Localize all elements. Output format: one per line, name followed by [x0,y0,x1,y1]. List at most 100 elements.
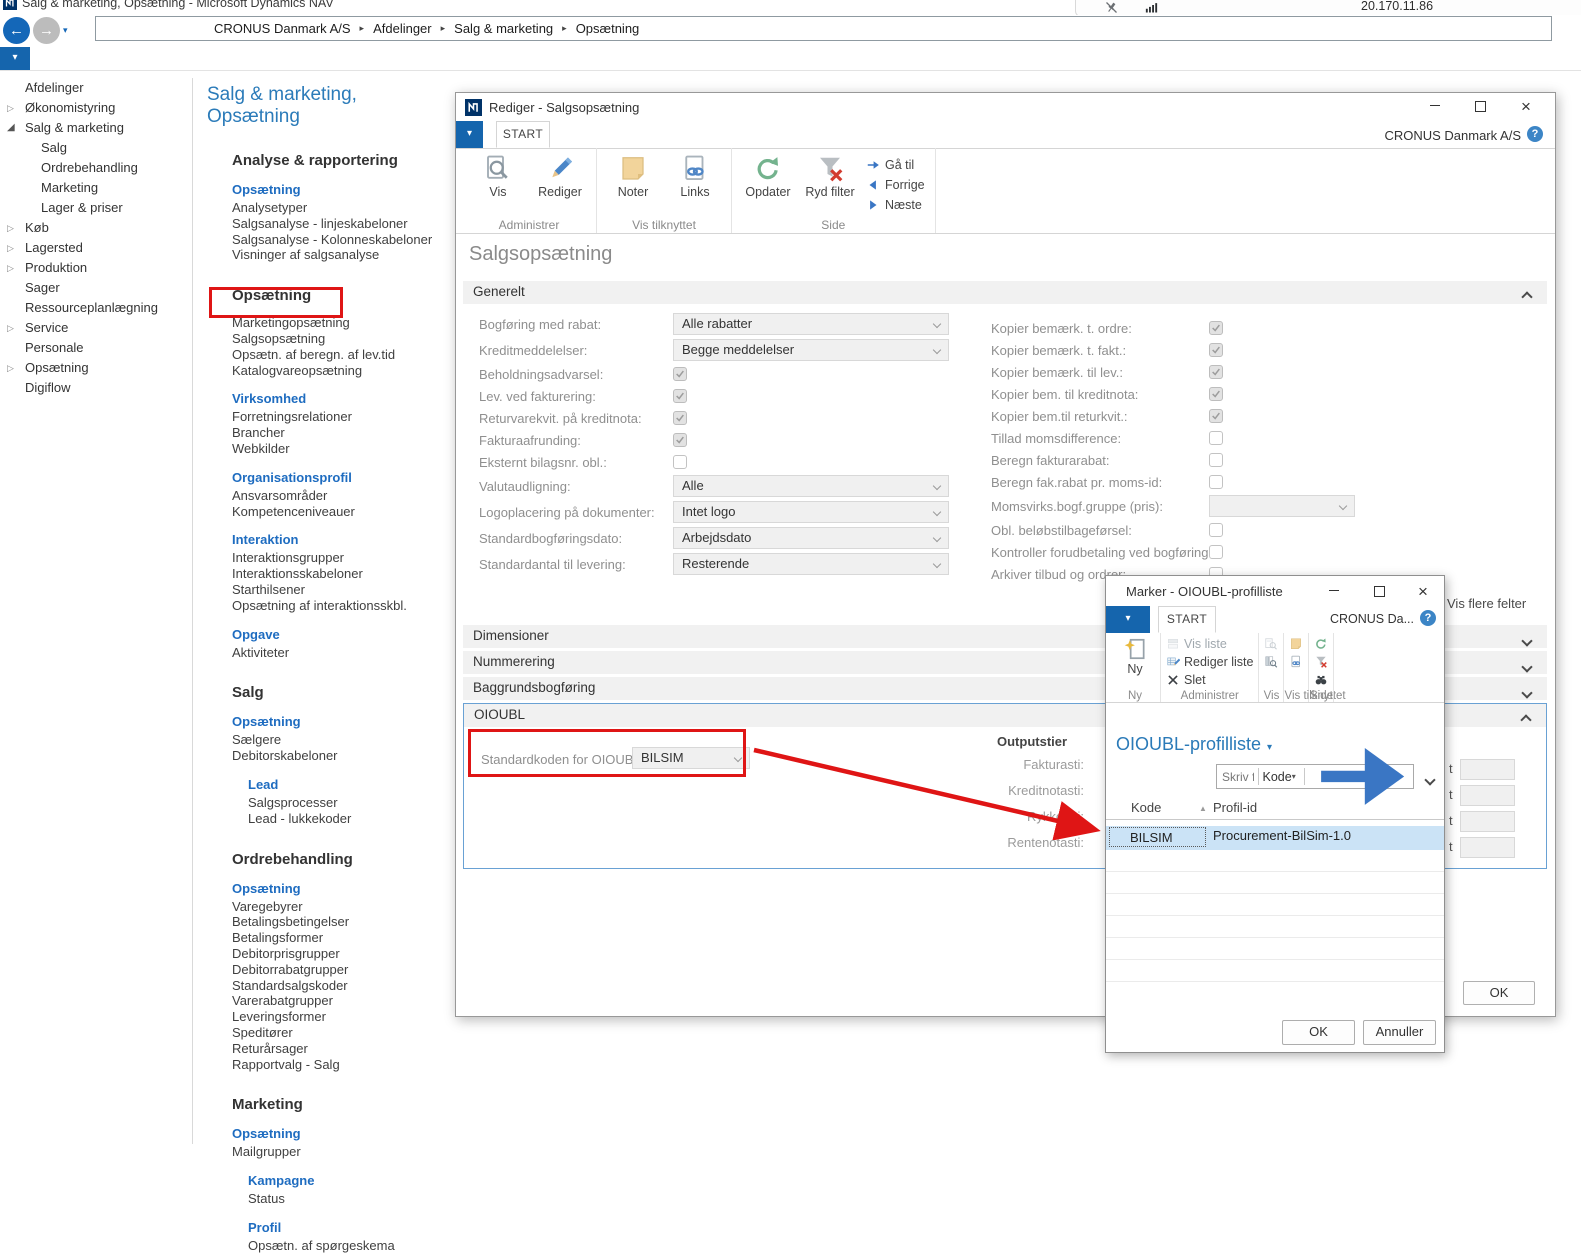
field-select[interactable]: Arbejdsdato [673,527,949,549]
sidebar-item-marketing[interactable]: Marketing [0,178,192,198]
address-dropdown-button[interactable]: ▾ [0,47,30,70]
department-link[interactable]: Brancher [207,425,453,441]
popup-close-button[interactable]: × [1408,582,1438,602]
tree-collapsed-icon[interactable]: ▷ [7,98,21,118]
vis-flere-felter-link[interactable]: Vis flere felter [1447,596,1526,611]
popup-ok-button[interactable]: OK [1282,1020,1355,1045]
output-path-field[interactable] [1460,837,1515,858]
field-checkbox[interactable] [1209,321,1223,335]
list-row-empty[interactable] [1106,960,1444,982]
field-checkbox[interactable] [1209,475,1223,489]
ribbon-button-forrige[interactable]: Forrige [866,177,925,192]
department-link[interactable]: Debitorrabatgrupper [207,962,453,978]
oioubl-profile-select[interactable]: BILSIM [632,747,750,769]
list-row-empty[interactable] [1106,916,1444,938]
sidebar-item-ops-tning[interactable]: ▷Opsætning [0,358,192,378]
ribbon-button-opdater[interactable]: Opdater [742,152,794,217]
breadcrumb-item[interactable]: Opsætning [576,21,640,36]
department-link[interactable]: Opsætn. af beregn. af lev.tid [207,347,453,363]
column-header-profil-id[interactable]: Profil-id [1213,800,1257,815]
output-path-field[interactable] [1460,811,1515,832]
popup-maximize-button[interactable] [1364,582,1394,602]
unpin-icon[interactable] [1104,0,1119,15]
department-link[interactable]: Opsætn. af spørgeskema [207,1238,453,1254]
minimize-button[interactable] [1420,97,1450,117]
department-link[interactable]: Salgsanalyse - Kolonneskabeloner [207,232,453,248]
field-checkbox[interactable] [1209,365,1223,379]
department-link[interactable]: Marketingopsætning [207,315,453,331]
tree-collapsed-icon[interactable]: ▷ [7,318,21,338]
ribbon-button-doc-link-icon[interactable] [1289,653,1303,671]
department-link[interactable]: Varerabatgrupper [207,993,453,1009]
ribbon-button-ryd-filter[interactable]: Ryd filter [804,152,856,217]
help-icon[interactable]: ? [1527,126,1543,142]
field-checkbox[interactable] [1209,453,1223,467]
department-link[interactable]: Rapportvalg - Salg [207,1057,453,1073]
ribbon-button-vis[interactable]: Vis [472,152,524,217]
filter-input[interactable]: Skriv for at filtrere (... [1217,770,1254,784]
expand-icon[interactable] [1523,684,1531,702]
department-link[interactable]: Interaktionsgrupper [207,550,453,566]
field-select[interactable] [1209,495,1355,517]
sidebar-item-sager[interactable]: Sager [0,278,192,298]
department-link[interactable]: Kompetenceniveauer [207,504,453,520]
sidebar-item-ressourceplanl-gning[interactable]: Ressourceplanlægning [0,298,192,318]
cell-kode[interactable]: BILSIM [1109,827,1206,847]
popup-cancel-button[interactable]: Annuller [1363,1020,1436,1045]
ribbon-button-g-til[interactable]: Gå til [866,157,925,172]
popup-help-icon[interactable]: ? [1420,610,1436,626]
department-link[interactable]: Lead - lukkekoder [207,811,453,827]
department-link[interactable]: Salgsprocesser [207,795,453,811]
nav-history-dropdown-icon[interactable]: ▾ [63,25,68,36]
expand-icon[interactable] [1523,658,1531,676]
back-button[interactable]: ← [3,17,30,44]
breadcrumb-item[interactable]: Salg & marketing [454,21,553,36]
cell-profil-id[interactable]: Procurement-BilSim-1.0 [1213,828,1351,843]
department-link[interactable]: Interaktionsskabeloner [207,566,453,582]
fasttab-generelt[interactable]: Generelt [463,281,1547,304]
department-link[interactable]: Salgsanalyse - linjeskabeloner [207,216,453,232]
breadcrumb-item[interactable]: CRONUS Danmark A/S [214,21,351,36]
filter-expand-icon[interactable] [1426,771,1434,789]
department-link[interactable]: Varegebyrer [207,899,453,915]
department-link[interactable]: Debitorprisgrupper [207,946,453,962]
tree-collapsed-icon[interactable]: ▷ [7,358,21,378]
ribbon-button-links[interactable]: Links [669,152,721,217]
department-link[interactable]: Aktiviteter [207,645,453,661]
sidebar-item-salg[interactable]: Salg [0,138,192,158]
department-link[interactable]: Visninger af salgsanalyse [207,247,453,263]
department-link[interactable]: Salgsopsætning [207,331,453,347]
field-checkbox[interactable] [1209,545,1223,559]
list-row-empty[interactable] [1106,872,1444,894]
sidebar-item-salg-marketing[interactable]: ◢Salg & marketing [0,118,192,138]
list-row-selected[interactable]: BILSIM Procurement-BilSim-1.0 [1106,826,1444,850]
collapse-icon[interactable] [1522,711,1530,729]
list-row-empty[interactable] [1106,938,1444,960]
department-link[interactable]: Returårsager [207,1041,453,1057]
output-path-field[interactable] [1460,785,1515,806]
department-link[interactable]: Analysetyper [207,200,453,216]
ribbon-button-note-icon[interactable] [1289,635,1303,653]
sidebar-item-lagersted[interactable]: ▷Lagersted [0,238,192,258]
field-checkbox[interactable] [1209,387,1223,401]
popup-tab-start[interactable]: START [1158,606,1216,633]
field-select[interactable]: Alle rabatter [673,313,949,335]
department-link[interactable]: Ansvarsområder [207,488,453,504]
tree-collapsed-icon[interactable]: ▷ [7,238,21,258]
ribbon-button-rediger[interactable]: Rediger [534,152,586,217]
sidebar-item-produktion[interactable]: ▷Produktion [0,258,192,278]
sidebar-item-afdelinger[interactable]: Afdelinger [0,78,192,98]
department-link[interactable]: Status [207,1191,453,1207]
sidebar-item-digiflow[interactable]: Digiflow [0,378,192,398]
department-link[interactable]: Starthilsener [207,582,453,598]
department-link[interactable]: Betalingsformer [207,930,453,946]
output-path-field[interactable] [1460,759,1515,780]
expand-icon[interactable] [1523,632,1531,650]
department-link[interactable]: Standardsalgskoder [207,978,453,994]
ribbon-button-slet[interactable]: Slet [1166,671,1253,689]
department-link[interactable]: Leveringsformer [207,1009,453,1025]
popup-minimize-button[interactable] [1319,582,1349,602]
department-link[interactable]: Forretningsrelationer [207,409,453,425]
field-checkbox[interactable] [673,367,687,381]
ribbon-button-clear-filter-icon[interactable] [1314,653,1328,671]
